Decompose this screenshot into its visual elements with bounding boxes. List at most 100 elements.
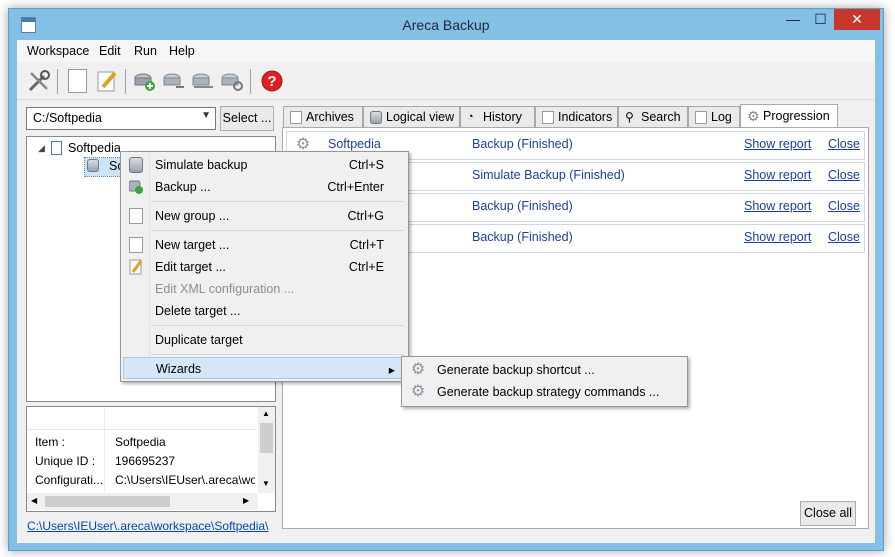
close-button[interactable]: ✕	[834, 9, 880, 30]
menu-bar: Workspace Edit Run Help	[17, 40, 875, 62]
tools-icon[interactable]	[27, 69, 51, 93]
menu-item-label: New group ...	[155, 209, 230, 223]
scroll-right-icon[interactable]: ▶	[243, 496, 249, 505]
archives-icon	[290, 111, 302, 124]
tab-log[interactable]: Log	[688, 106, 740, 128]
menu-run[interactable]: Run	[134, 44, 157, 58]
tree-expander-icon[interactable]: ◢	[38, 143, 45, 154]
menu-item-wizards[interactable]: Wizards ▸	[123, 357, 404, 379]
tree-root-label[interactable]: Softpedia	[68, 141, 121, 155]
menu-item-generate-strategy[interactable]: ⚙ Generate backup strategy commands ...	[404, 381, 685, 403]
tab-logical-view[interactable]: Logical view	[363, 106, 460, 128]
group-icon	[51, 141, 62, 155]
edit-target-icon	[129, 259, 143, 275]
menu-item-simulate-backup[interactable]: Simulate backup Ctrl+S	[123, 154, 404, 176]
prop-value: 196695237	[115, 454, 176, 468]
tab-label: Log	[711, 110, 732, 124]
progress-status: Backup (Finished)	[472, 137, 573, 151]
new-target-icon	[129, 237, 143, 253]
window-title: Areca Backup	[402, 17, 490, 33]
menu-item-shortcut: Ctrl+G	[347, 209, 384, 223]
progress-status: Backup (Finished)	[472, 199, 573, 213]
simulate-backup-icon	[129, 157, 143, 173]
workspace-path-link[interactable]: C:\Users\IEUser\.areca\workspace\Softped…	[27, 519, 268, 533]
prop-key: Unique ID :	[35, 454, 96, 468]
menu-item-new-group[interactable]: New group ... Ctrl+G	[123, 205, 404, 227]
tab-label: Indicators	[558, 110, 613, 124]
hscroll-thumb[interactable]	[45, 496, 170, 507]
tab-label: History	[483, 110, 522, 124]
close-link[interactable]: Close	[828, 199, 860, 213]
close-link[interactable]: Close	[828, 137, 860, 151]
tab-progression[interactable]: ⚙ Progression	[740, 104, 838, 128]
close-link[interactable]: Close	[828, 230, 860, 244]
menu-item-duplicate-target[interactable]: Duplicate target	[123, 329, 404, 351]
horizontal-scrollbar[interactable]: ◀ ▶	[27, 493, 258, 510]
tab-archives[interactable]: Archives	[283, 106, 363, 128]
menu-separator	[151, 201, 404, 202]
log-icon	[695, 111, 707, 124]
menu-item-shortcut: Ctrl+S	[348, 158, 384, 172]
tab-search[interactable]: ⚲ Search	[618, 106, 688, 128]
menu-workspace[interactable]: Workspace	[27, 44, 89, 58]
toolbar-separator	[125, 69, 126, 94]
tab-label: Search	[641, 110, 681, 124]
menu-item-label: Wizards	[156, 362, 202, 376]
close-link[interactable]: Close	[828, 168, 860, 182]
merge-icon[interactable]	[162, 69, 186, 93]
toolbar-separator	[57, 69, 58, 94]
properties-panel: ▲ ▼ ◀ ▶ Item : Softpedia Unique ID : 196…	[26, 406, 276, 512]
prop-key: Item :	[35, 435, 66, 449]
check-archive-icon[interactable]	[191, 69, 215, 93]
minimize-button[interactable]: —	[779, 9, 807, 30]
new-document-icon[interactable]	[68, 69, 87, 93]
select-workspace-button[interactable]: Select ...	[220, 106, 274, 131]
logical-view-icon	[370, 111, 382, 124]
menu-item-new-target[interactable]: New target ... Ctrl+T	[123, 234, 404, 256]
menu-separator	[151, 354, 404, 355]
backup-icon[interactable]	[133, 69, 157, 93]
show-report-link[interactable]: Show report	[744, 168, 811, 182]
recover-icon[interactable]	[220, 69, 244, 93]
scroll-up-icon[interactable]: ▲	[262, 409, 270, 418]
menu-item-generate-shortcut[interactable]: ⚙ Generate backup shortcut ...	[404, 359, 685, 381]
scroll-thumb[interactable]	[260, 423, 273, 453]
edit-icon[interactable]	[95, 69, 119, 93]
menu-item-label: Duplicate target	[155, 333, 243, 347]
workspace-path: C:/Softpedia	[33, 111, 102, 125]
menu-item-edit-target[interactable]: Edit target ... Ctrl+E	[123, 256, 404, 278]
scroll-down-icon[interactable]: ▼	[262, 479, 270, 488]
menu-separator	[151, 325, 404, 326]
show-report-link[interactable]: Show report	[744, 199, 811, 213]
menu-item-delete-target[interactable]: Delete target ...	[123, 300, 404, 322]
menu-separator	[151, 230, 404, 231]
close-all-button[interactable]: Close all	[800, 501, 856, 526]
prop-key: Configurati...	[35, 473, 104, 487]
show-report-link[interactable]: Show report	[744, 137, 811, 151]
tab-indicators[interactable]: Indicators	[535, 106, 618, 128]
toolbar: ?	[17, 63, 875, 100]
maximize-button[interactable]: ☐	[807, 9, 834, 30]
menu-help[interactable]: Help	[169, 44, 195, 58]
tab-history[interactable]: ◔ History	[460, 106, 535, 128]
target-icon	[87, 159, 99, 172]
gear-icon: ⚙	[747, 108, 760, 124]
show-report-link[interactable]: Show report	[744, 230, 811, 244]
chevron-down-icon[interactable]: ▼	[201, 110, 211, 121]
backup-icon	[128, 179, 143, 195]
history-icon: ◔	[467, 111, 474, 123]
submenu-arrow-icon: ▸	[388, 363, 395, 377]
scroll-left-icon[interactable]: ◀	[31, 496, 37, 505]
tab-label: Archives	[306, 110, 354, 124]
toolbar-separator	[250, 69, 251, 94]
menu-edit[interactable]: Edit	[99, 44, 121, 58]
menu-item-label: New target ...	[155, 238, 230, 252]
workspace-combo[interactable]: C:/Softpedia ▼	[26, 107, 216, 130]
help-icon[interactable]: ?	[260, 69, 284, 93]
menu-item-label: Delete target ...	[155, 304, 241, 318]
gear-icon: ⚙	[410, 361, 426, 378]
menu-item-backup[interactable]: Backup ... Ctrl+Enter	[123, 176, 404, 198]
wizards-submenu: ⚙ Generate backup shortcut ... ⚙ Generat…	[401, 356, 688, 407]
title-bar[interactable]: Areca Backup — ☐ ✕	[9, 9, 883, 39]
vertical-scrollbar[interactable]: ▲ ▼	[258, 407, 275, 493]
